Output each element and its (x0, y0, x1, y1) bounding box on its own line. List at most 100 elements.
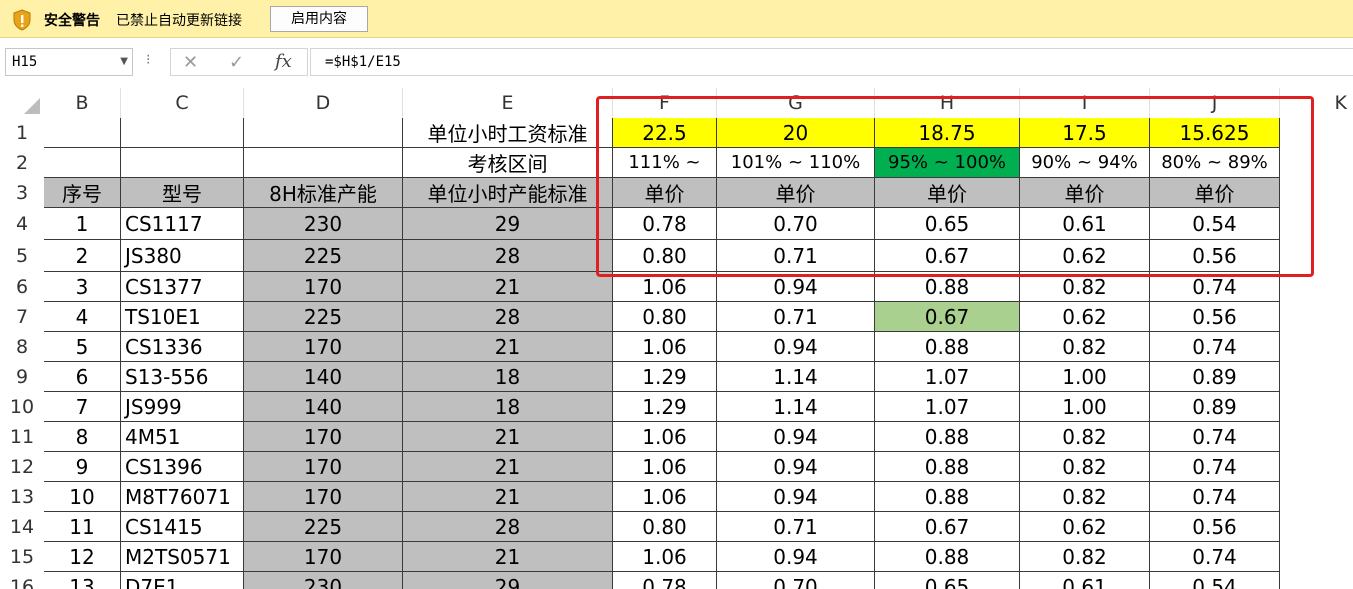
assessment-range-value[interactable]: 111% ~ (613, 148, 717, 178)
unit-price-cell[interactable]: 0.56 (1150, 512, 1280, 542)
row-header-1[interactable]: 1 (0, 118, 44, 148)
unit-price-cell[interactable]: 0.65 (875, 572, 1020, 589)
row-header-11[interactable]: 11 (0, 422, 44, 452)
assessment-range-value[interactable]: 95% ~ 100% (875, 148, 1020, 178)
unit-price-cell[interactable]: 0.65 (875, 208, 1020, 240)
column-header-c[interactable]: C (121, 88, 244, 118)
enable-content-button[interactable]: 启用内容 (270, 6, 368, 32)
capacity-8h-cell[interactable]: 170 (244, 422, 403, 452)
seq-cell[interactable]: 3 (44, 272, 121, 302)
cell-c1[interactable] (121, 118, 244, 148)
unit-price-cell[interactable]: 1.29 (613, 392, 717, 422)
unit-price-cell[interactable]: 0.94 (717, 332, 875, 362)
capacity-hourly-cell[interactable]: 21 (403, 452, 613, 482)
unit-price-cell[interactable]: 1.06 (613, 452, 717, 482)
unit-price-cell[interactable]: 0.82 (1020, 542, 1150, 572)
capacity-8h-cell[interactable]: 140 (244, 362, 403, 392)
header-8h-capacity[interactable]: 8H标准产能 (244, 178, 403, 208)
unit-price-cell[interactable]: 0.80 (613, 302, 717, 332)
unit-price-cell[interactable]: 1.00 (1020, 392, 1150, 422)
model-cell[interactable]: CS1396 (121, 452, 244, 482)
header-hourly-capacity[interactable]: 单位小时产能标准 (403, 178, 613, 208)
unit-price-cell[interactable]: 0.74 (1150, 272, 1280, 302)
unit-price-cell[interactable]: 0.62 (1020, 302, 1150, 332)
unit-price-cell[interactable]: 0.71 (717, 240, 875, 272)
model-cell[interactable]: CS1336 (121, 332, 244, 362)
unit-price-cell[interactable]: 0.74 (1150, 452, 1280, 482)
cell-d2[interactable] (244, 148, 403, 178)
unit-price-cell[interactable]: 0.62 (1020, 240, 1150, 272)
assessment-range-value[interactable]: 90% ~ 94% (1020, 148, 1150, 178)
unit-price-cell[interactable]: 0.70 (717, 572, 875, 589)
unit-price-cell[interactable]: 0.61 (1020, 572, 1150, 589)
cell-b1[interactable] (44, 118, 121, 148)
cancel-icon[interactable]: ✕ (183, 52, 198, 73)
unit-price-cell[interactable]: 0.82 (1020, 482, 1150, 512)
capacity-8h-cell[interactable]: 170 (244, 482, 403, 512)
unit-price-cell[interactable]: 0.67 (875, 302, 1020, 332)
capacity-hourly-cell[interactable]: 21 (403, 542, 613, 572)
column-header-b[interactable]: B (44, 88, 121, 118)
header-unit-price[interactable]: 单价 (717, 178, 875, 208)
wage-standard-value[interactable]: 20 (717, 118, 875, 148)
unit-price-cell[interactable]: 1.14 (717, 362, 875, 392)
seq-cell[interactable]: 13 (44, 572, 121, 589)
row-header-5[interactable]: 5 (0, 240, 44, 272)
unit-price-cell[interactable]: 0.71 (717, 512, 875, 542)
unit-price-cell[interactable]: 0.88 (875, 542, 1020, 572)
capacity-8h-cell[interactable]: 230 (244, 208, 403, 240)
column-header-i[interactable]: I (1020, 88, 1150, 118)
seq-cell[interactable]: 10 (44, 482, 121, 512)
row-header-3[interactable]: 3 (0, 178, 44, 208)
chevron-down-icon[interactable]: ▼ (120, 56, 128, 67)
model-cell[interactable]: JS380 (121, 240, 244, 272)
capacity-8h-cell[interactable]: 230 (244, 572, 403, 589)
seq-cell[interactable]: 7 (44, 392, 121, 422)
unit-price-cell[interactable]: 0.74 (1150, 422, 1280, 452)
capacity-hourly-cell[interactable]: 21 (403, 272, 613, 302)
seq-cell[interactable]: 9 (44, 452, 121, 482)
row-header-13[interactable]: 13 (0, 482, 44, 512)
header-seq[interactable]: 序号 (44, 178, 121, 208)
row-header-15[interactable]: 15 (0, 542, 44, 572)
column-header-h[interactable]: H (875, 88, 1020, 118)
column-header-f[interactable]: F (613, 88, 717, 118)
model-cell[interactable]: M2TS0571 (121, 542, 244, 572)
unit-price-cell[interactable]: 0.89 (1150, 362, 1280, 392)
capacity-8h-cell[interactable]: 225 (244, 512, 403, 542)
unit-price-cell[interactable]: 0.88 (875, 422, 1020, 452)
capacity-8h-cell[interactable]: 170 (244, 452, 403, 482)
seq-cell[interactable]: 1 (44, 208, 121, 240)
unit-price-cell[interactable]: 0.62 (1020, 512, 1150, 542)
row-header-12[interactable]: 12 (0, 452, 44, 482)
model-cell[interactable]: CS1377 (121, 272, 244, 302)
select-all-corner[interactable] (0, 88, 44, 118)
model-cell[interactable]: S13-556 (121, 362, 244, 392)
spreadsheet-grid[interactable]: B C D E F G H I J K 1 2 3 4 5 6 7 8 9 10 11 12 13 14 1… (0, 88, 1353, 589)
name-box[interactable]: H15 ▼ (5, 48, 133, 76)
row-header-9[interactable]: 9 (0, 362, 44, 392)
capacity-hourly-cell[interactable]: 18 (403, 392, 613, 422)
column-header-g[interactable]: G (717, 88, 875, 118)
model-cell[interactable]: M8T76071 (121, 482, 244, 512)
unit-price-cell[interactable]: 0.94 (717, 272, 875, 302)
unit-price-cell[interactable]: 0.82 (1020, 452, 1150, 482)
wage-standard-value[interactable]: 18.75 (875, 118, 1020, 148)
unit-price-cell[interactable]: 1.06 (613, 332, 717, 362)
header-model[interactable]: 型号 (121, 178, 244, 208)
row-header-7[interactable]: 7 (0, 302, 44, 332)
row-header-16[interactable]: 16 (0, 572, 44, 589)
unit-price-cell[interactable]: 1.06 (613, 422, 717, 452)
seq-cell[interactable]: 6 (44, 362, 121, 392)
unit-price-cell[interactable]: 0.54 (1150, 208, 1280, 240)
header-unit-price[interactable]: 单价 (613, 178, 717, 208)
capacity-hourly-cell[interactable]: 18 (403, 362, 613, 392)
model-cell[interactable]: CS1415 (121, 512, 244, 542)
row-header-14[interactable]: 14 (0, 512, 44, 542)
unit-price-cell[interactable]: 0.70 (717, 208, 875, 240)
unit-price-cell[interactable]: 0.67 (875, 512, 1020, 542)
unit-price-cell[interactable]: 0.88 (875, 482, 1020, 512)
unit-price-cell[interactable]: 0.82 (1020, 422, 1150, 452)
unit-price-cell[interactable]: 0.80 (613, 240, 717, 272)
row-header-10[interactable]: 10 (0, 392, 44, 422)
